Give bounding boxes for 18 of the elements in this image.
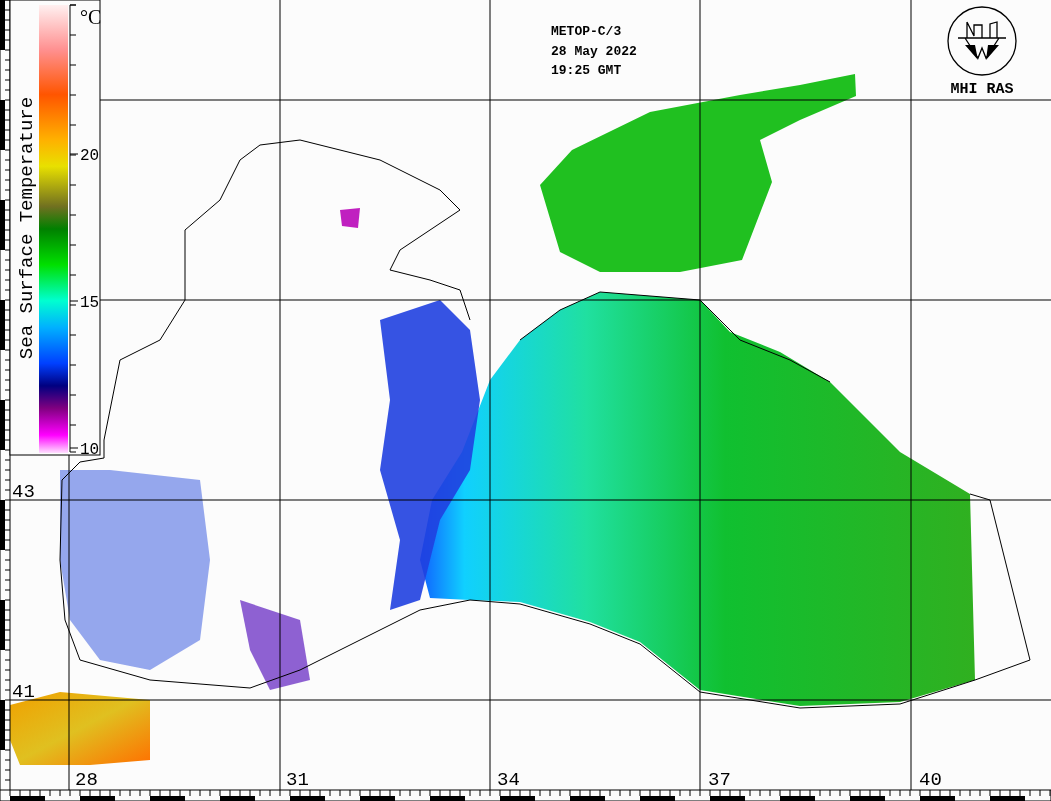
scale-tick-label: 20	[80, 147, 100, 165]
longitude-label: 28	[75, 769, 98, 791]
longitude-label: 37	[708, 769, 731, 791]
image-info-text: METOP-C/3	[551, 24, 622, 39]
latitude-label: 43	[12, 481, 35, 503]
logo-text: MHI RAS	[950, 81, 1014, 98]
scale-tick-label: 10	[80, 441, 100, 459]
scale-tick-label: 15	[80, 294, 100, 312]
longitude-label: 34	[497, 769, 520, 791]
scale-title: Sea Surface Temperature	[16, 96, 38, 360]
cold-water-patch	[340, 208, 360, 228]
latitude-label: 41	[12, 681, 35, 703]
longitude-label: 31	[286, 769, 309, 791]
image-info-text: 28 May 2022	[551, 43, 637, 59]
image-info-text: 19:25 GMT	[551, 63, 622, 78]
circle-emblem-icon	[947, 6, 1017, 76]
longitude-label: 40	[919, 769, 942, 791]
unit-label: °C	[80, 6, 102, 28]
